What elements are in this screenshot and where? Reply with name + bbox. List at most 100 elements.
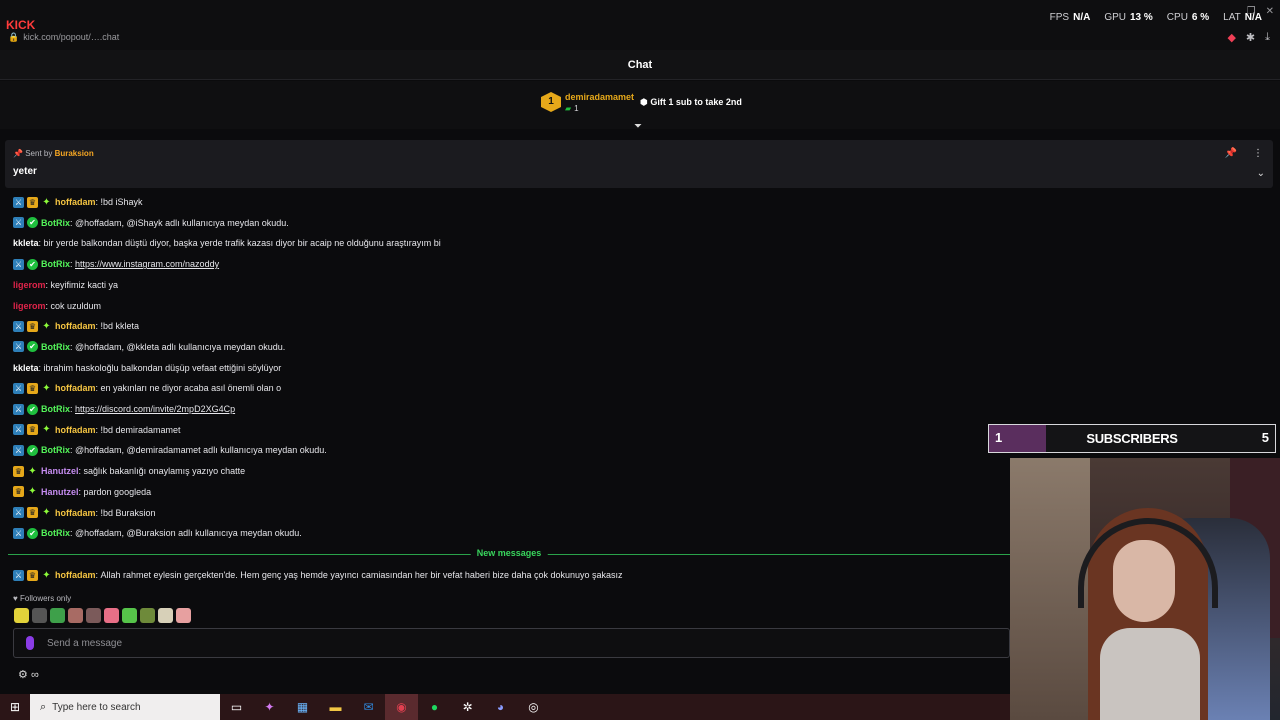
chat-message: ⚔ ✔ BotRix: @hoffadam, @demiradamamet adlı… — [13, 442, 327, 458]
file-explorer-icon[interactable]: ▬ — [319, 694, 352, 720]
followers-only-notice: ♥ Followers only — [13, 594, 72, 603]
leader-username[interactable]: demiradamamet — [565, 92, 634, 102]
sparkle-badge-icon: ✦ — [28, 465, 37, 477]
chat-username[interactable]: Hanutzel — [41, 463, 79, 479]
chat-text: !bd iShayk — [100, 197, 143, 207]
browser-icon[interactable]: ◉ — [385, 694, 418, 720]
download-icon[interactable]: ⤓ — [1265, 31, 1270, 44]
settings-icon[interactable]: ⚙ — [18, 669, 28, 681]
chat-username[interactable]: kkleta — [13, 235, 39, 251]
url-text: kick.com/popout/….chat — [23, 32, 120, 42]
app-gear-icon[interactable]: ✲ — [451, 694, 484, 720]
chat-username[interactable]: kkleta — [13, 360, 39, 376]
chat-username[interactable]: hoffadam — [55, 422, 96, 438]
chat-username[interactable]: BotRix — [41, 215, 70, 231]
chat-message: ♛ ✦ Hanutzel: sağlık bakanlığı onaylamış y… — [13, 463, 245, 479]
chat-text: cok uzuldum — [50, 300, 102, 311]
verified-bot-icon: ✔ — [27, 341, 38, 353]
chat-message: ⚔ ✔ BotRix: @hoffadam, @iShayk adlı kullan… — [13, 215, 289, 231]
chat-message: ⚔ ♛ ✦ hoffadam: !bd demiradamamet — [13, 422, 181, 438]
emote[interactable] — [104, 608, 119, 623]
pin-small-icon: 📌 — [13, 149, 23, 158]
chat-link[interactable]: https://discord.com/invite/2mpD2XG4Cp — [75, 401, 235, 417]
leader-count: ▰ 1 — [565, 104, 579, 113]
gift-icon: ▰ — [565, 104, 572, 113]
chat-username[interactable]: hoffadam — [55, 567, 96, 583]
chat-input-box[interactable] — [13, 628, 1010, 658]
microphone-icon[interactable] — [26, 636, 34, 650]
gift-sub-button[interactable]: ⬢ Gift 1 sub to take 2nd — [640, 97, 742, 108]
stat-cpu: CPU 6 % — [1166, 12, 1210, 23]
address-bar[interactable]: 🔒 kick.com/popout/….chat — [8, 32, 119, 43]
moderator-badge-icon: ⚔ — [13, 258, 24, 270]
pocket-icon[interactable]: ◆ — [1227, 31, 1235, 44]
moderator-badge-icon: ⚔ — [13, 507, 24, 518]
window-controls: ❐ ✕ — [1247, 6, 1274, 17]
sparkle-badge-icon: ✦ — [28, 486, 37, 498]
copilot-icon[interactable]: ✦ — [253, 694, 286, 720]
outlook-icon[interactable]: ✉ — [352, 694, 385, 720]
more-options-icon[interactable]: ⋮ — [1253, 148, 1263, 159]
chat-username[interactable]: hoffadam — [55, 194, 96, 210]
chat-username[interactable]: hoffadam — [55, 318, 96, 334]
chat-username[interactable]: hoffadam — [55, 505, 96, 521]
subscriber-goal: 1 SUBSCRIBERS 5 — [988, 424, 1276, 453]
taskbar-search[interactable]: ⌕ Type here to search — [30, 694, 220, 720]
obs-icon[interactable]: ◎ — [517, 694, 550, 720]
extensions-icon[interactable]: ✱ — [1246, 31, 1255, 44]
discord-icon[interactable]: ◕ — [484, 694, 517, 720]
browser-topbar: KICK 🔒 kick.com/popout/….chat FPS N/A GPU 1… — [0, 0, 1280, 50]
emote[interactable] — [176, 608, 191, 623]
chat-username[interactable]: BotRix — [41, 339, 70, 355]
emote[interactable] — [32, 608, 47, 623]
close-icon[interactable]: ✕ — [1266, 6, 1274, 17]
restore-icon[interactable]: ❐ — [1247, 6, 1256, 17]
vip-crown-icon: ♛ — [27, 382, 38, 394]
emote-bar — [14, 608, 191, 623]
chat-username[interactable]: ligerom — [13, 298, 46, 314]
pinned-text: yeter — [13, 166, 37, 177]
moderator-badge-icon: ⚔ — [13, 341, 24, 353]
emote[interactable] — [50, 608, 65, 623]
sparkle-badge-icon: ✦ — [42, 196, 51, 208]
chat-username[interactable]: BotRix — [41, 401, 70, 417]
chat-username[interactable]: BotRix — [41, 442, 70, 458]
emote[interactable] — [68, 608, 83, 623]
chat-message: kkleta: ibrahim haskoloğlu balkondan düş… — [13, 360, 281, 376]
chat-username[interactable]: BotRix — [41, 525, 70, 541]
chat-username[interactable]: hoffadam — [55, 380, 96, 396]
chat-message: ⚔ ✔ BotRix: https://www.instagram.com/nazo… — [13, 256, 219, 272]
task-view-icon[interactable]: ▭ — [220, 694, 253, 720]
spotify-icon[interactable]: ● — [418, 694, 451, 720]
chat-text: keyifimiz kacti ya — [50, 279, 119, 290]
chat-message: ⚔ ♛ ✦ hoffadam: !bd iShayk — [13, 194, 143, 210]
store-icon[interactable]: ▦ — [286, 694, 319, 720]
new-messages-divider[interactable]: New messages — [8, 548, 1010, 558]
pinned-message: 📌 Sent by Buraksion yeter 📌 ⋮ ⌄ — [5, 140, 1273, 188]
chevron-down-icon[interactable]: ⌄ — [1257, 168, 1265, 179]
moderator-badge-icon: ⚔ — [13, 382, 24, 394]
emote[interactable] — [86, 608, 101, 623]
chat-username[interactable]: Hanutzel — [41, 484, 79, 500]
emote[interactable] — [122, 608, 137, 623]
verified-bot-icon: ✔ — [27, 527, 38, 539]
emote[interactable] — [140, 608, 155, 623]
collapse-icon[interactable]: ⏷ — [634, 121, 642, 132]
infinity-icon[interactable]: ∞ — [31, 669, 39, 681]
chat-text: bir yerde balkondan düştü diyor, başka y… — [43, 238, 441, 249]
chat-controls[interactable]: ⚙ ∞ — [18, 668, 39, 681]
pin-icon[interactable]: 📌 — [1225, 148, 1237, 159]
chat-username[interactable]: ligerom — [13, 277, 46, 293]
chat-message: ⚔ ♛ ✦ hoffadam: !bd Buraksion — [13, 505, 156, 521]
chat-message: ligerom: cok uzuldum — [13, 298, 101, 314]
chat-message: ligerom: keyifimiz kacti ya — [13, 277, 118, 293]
message-input[interactable] — [47, 635, 947, 651]
chat-link[interactable]: https://www.instagram.com/nazoddy — [75, 256, 219, 272]
stat-gpu: GPU 13 % — [1104, 12, 1153, 23]
windows-start-icon[interactable]: ⊞ — [0, 694, 30, 720]
chat-username[interactable]: BotRix — [41, 256, 70, 272]
emote[interactable] — [14, 608, 29, 623]
emote[interactable] — [158, 608, 173, 623]
chat-text: @hoffadam, @Buraksion adlı kullanıcıya m… — [75, 528, 302, 539]
chat-message: ⚔ ♛ ✦ hoffadam: en yakınları ne diyor acaba… — [13, 380, 281, 396]
